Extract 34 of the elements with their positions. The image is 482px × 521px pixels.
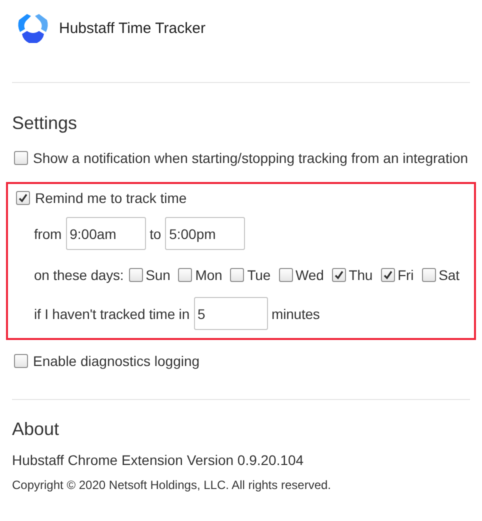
checkbox[interactable] (14, 354, 28, 368)
checkbox[interactable] (16, 191, 30, 205)
app-title: Hubstaff Time Tracker (59, 20, 206, 36)
field-label: if I haven't tracked time in (34, 306, 190, 322)
copyright-text: Copyright © 2020 Netsoft Holdings, LLC. All rights reserved. (12, 478, 332, 492)
day-label: Fri (398, 267, 414, 283)
checkbox[interactable] (278, 268, 293, 282)
end-time-field[interactable]: 5:00pm (165, 217, 246, 250)
start-time-field[interactable]: 9:00am (66, 217, 146, 250)
checkbox[interactable] (422, 268, 436, 282)
field-label: to (150, 226, 162, 242)
checkbox-label: Enable diagnostics logging (33, 353, 200, 369)
checkbox[interactable] (178, 268, 192, 282)
checkbox[interactable] (14, 151, 28, 165)
field-label: from (34, 226, 62, 242)
checkbox[interactable] (332, 268, 346, 282)
version-text: Hubstaff Chrome Extension Version 0.9.20.104 (12, 452, 305, 468)
checkbox[interactable] (128, 268, 143, 282)
day-label: Thu (348, 267, 373, 283)
checkbox-label: Remind me to track time (35, 190, 187, 206)
day-label: Mon (195, 267, 222, 283)
day-label: Tue (247, 267, 271, 283)
day-label: Sat (438, 267, 460, 283)
section-heading: About (12, 419, 60, 440)
days-label: on these days: (34, 267, 124, 283)
minutes-field[interactable]: 5 (194, 297, 268, 330)
day-label: Sun (146, 267, 170, 283)
section-heading: Settings (12, 113, 78, 134)
checkbox[interactable] (380, 268, 395, 282)
unit-label: minutes (272, 306, 320, 322)
checkbox[interactable] (230, 268, 244, 282)
day-label: Wed (296, 267, 324, 283)
logo-icon (17, 12, 49, 44)
checkbox-label: Show a notification when starting/stopping tracking from an integration (33, 150, 468, 166)
